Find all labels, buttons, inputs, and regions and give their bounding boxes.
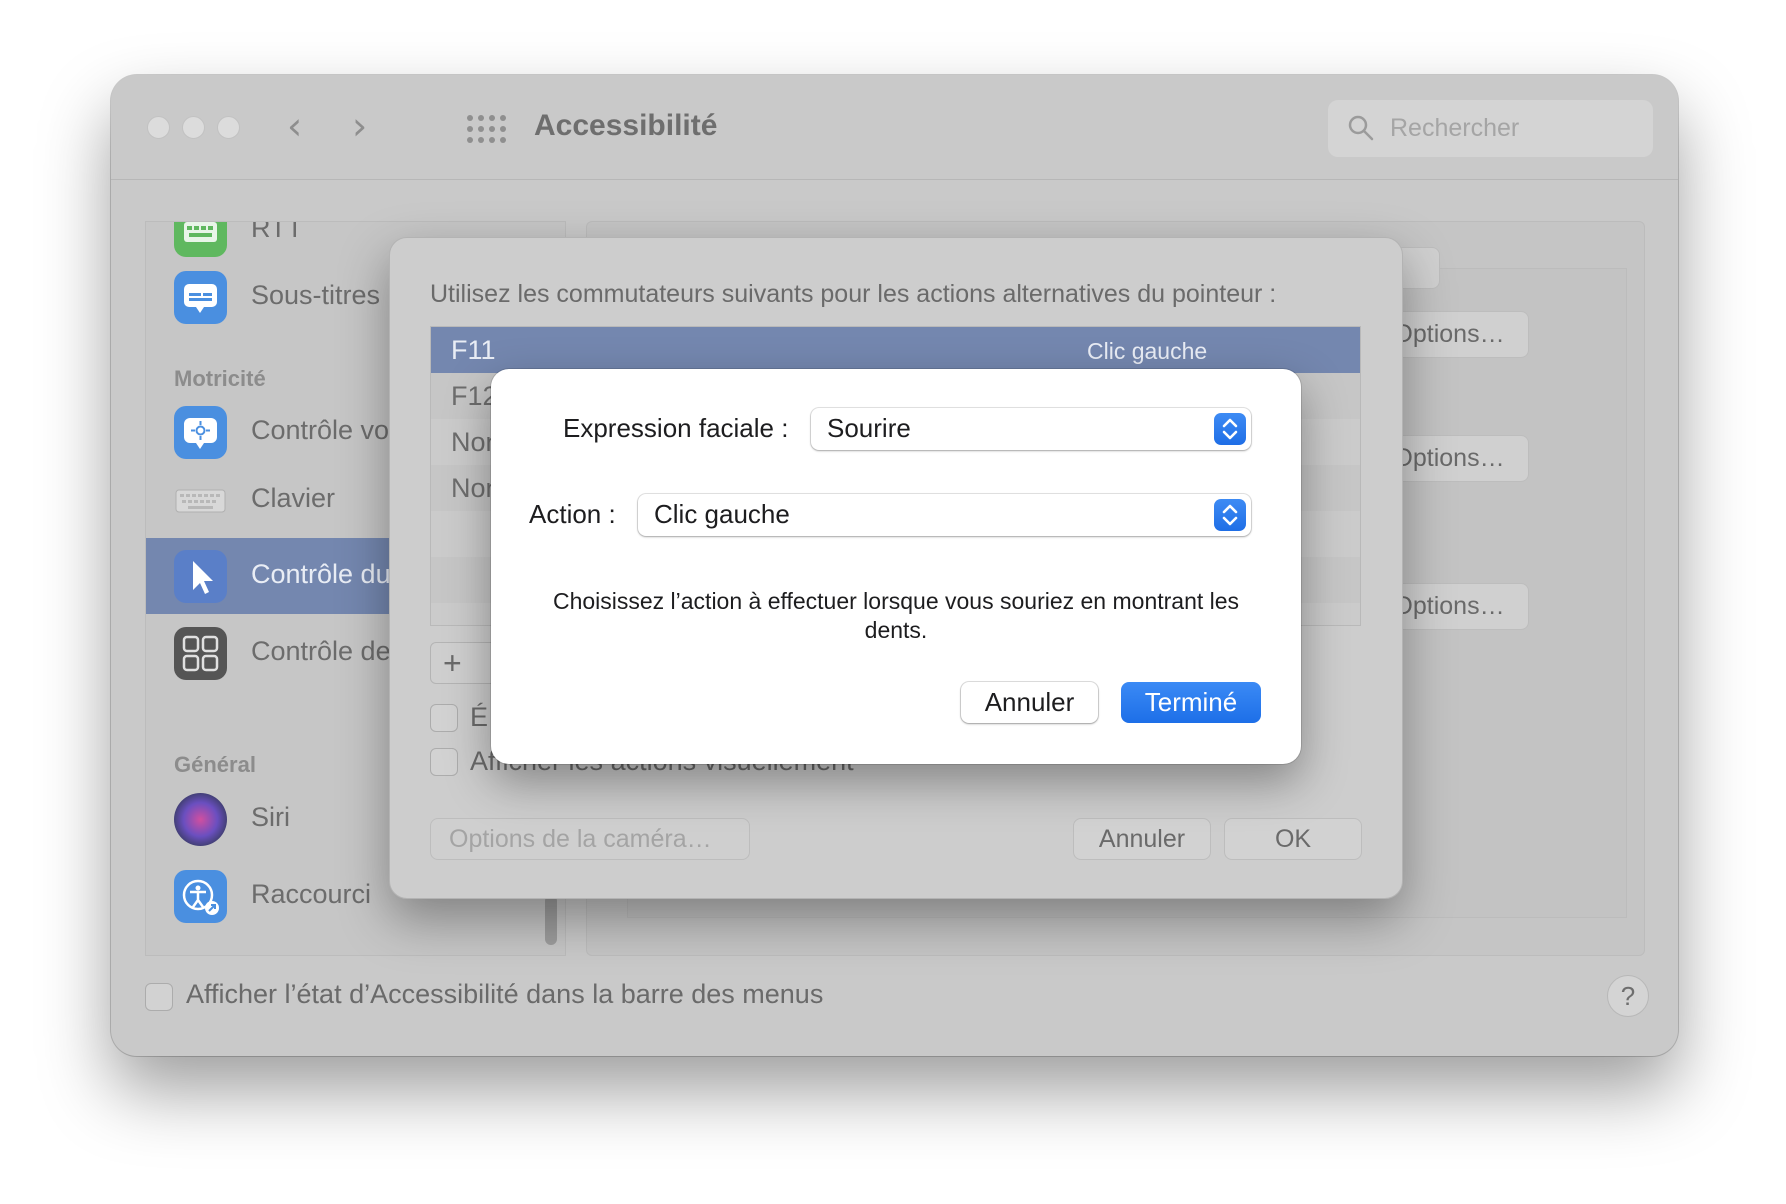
close-window-button[interactable] (147, 116, 170, 139)
sidebar-item-label: Contrôle de (251, 636, 391, 666)
zoom-window-button[interactable] (217, 116, 240, 139)
search-icon (1348, 115, 1374, 141)
up-down-chevron-icon (1214, 499, 1246, 531)
sheet-cancel-button[interactable]: Annuler (1073, 818, 1211, 860)
siri-icon (174, 793, 227, 846)
chevron-right-icon: › (352, 104, 368, 148)
sidebar-item-label: Siri (251, 802, 290, 832)
expression-label: Expression faciale : (563, 413, 789, 443)
captions-icon (174, 271, 227, 324)
show-actions-visually-checkbox[interactable] (430, 748, 458, 776)
camera-options-button[interactable]: Options de la caméra… (430, 818, 750, 860)
up-down-chevron-icon (1214, 413, 1246, 445)
window-title: Accessibilité (534, 109, 718, 142)
table-row[interactable]: F11 Clic gauche (431, 327, 1360, 373)
sidebar-scrollbar[interactable] (545, 895, 557, 945)
help-button[interactable]: ? (1607, 975, 1649, 1017)
search-placeholder: Rechercher (1390, 114, 1520, 142)
sidebar-item-label: Sous-titres (251, 280, 381, 310)
add-button[interactable]: + (443, 645, 462, 682)
facial-expression-popup[interactable]: Sourire (811, 408, 1251, 450)
rtt-keyboard-icon (174, 222, 227, 257)
show-status-checkbox[interactable] (145, 983, 173, 1011)
checkbox-1-label: É (470, 702, 489, 732)
sidebar-item-label: RTT (251, 221, 303, 243)
facial-expression-value: Sourire (827, 413, 911, 443)
switch-action: Clic gauche (1087, 338, 1208, 364)
sidebar-item-label: Raccourci (251, 879, 372, 909)
keyboard-icon (174, 474, 227, 527)
sidebar-item-label: Contrôle du (251, 559, 391, 589)
sheet-instruction: Utilisez les commutateurs suivants pour … (430, 280, 1277, 308)
action-label: Action : (529, 499, 616, 529)
cancel-button[interactable]: Annuler (961, 682, 1098, 723)
minimize-window-button[interactable] (182, 116, 205, 139)
switch-key: F11 (451, 335, 496, 365)
sidebar-item-label: Clavier (251, 483, 336, 513)
title-bar: ‹ › Accessibilité Rechercher (111, 75, 1678, 180)
chevron-left-icon: ‹ (287, 104, 303, 148)
section-header-general: Général (174, 752, 256, 777)
checkbox-1[interactable] (430, 704, 458, 732)
accessibility-shortcut-icon (174, 870, 227, 923)
facial-expression-modal: Expression faciale : Sourire Action : Cl… (491, 369, 1301, 764)
section-header-motricite: Motricité (174, 366, 266, 391)
action-description: Choisissez l’action à effectuer lorsque … (552, 588, 1240, 643)
show-all-grid-icon[interactable] (467, 115, 506, 143)
sheet-ok-button[interactable]: OK (1224, 818, 1362, 860)
action-value: Clic gauche (654, 499, 790, 529)
forward-button[interactable]: › (352, 106, 367, 146)
sidebar-item-label: Contrôle vo (251, 415, 390, 445)
switch-control-icon (174, 627, 227, 680)
done-button[interactable]: Terminé (1121, 682, 1261, 723)
action-popup[interactable]: Clic gauche (638, 494, 1251, 536)
search-field[interactable]: Rechercher (1328, 100, 1653, 157)
back-button[interactable]: ‹ (287, 106, 302, 146)
show-status-label: Afficher l’état d’Accessibilité dans la … (186, 979, 824, 1009)
voice-control-icon (174, 406, 227, 459)
pointer-icon (174, 550, 227, 603)
